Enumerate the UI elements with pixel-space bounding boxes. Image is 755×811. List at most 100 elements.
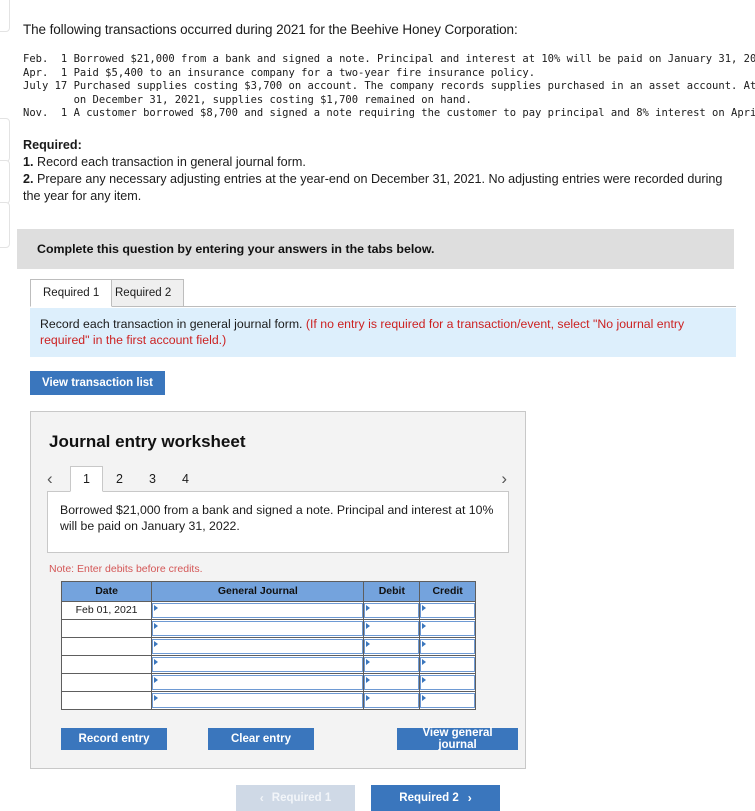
question-intro: The following transactions occurred duri… bbox=[23, 22, 518, 37]
column-header-date: Date bbox=[60, 580, 153, 602]
transaction-list-text: Feb. 1 Borrowed $21,000 from a bank and … bbox=[23, 53, 755, 119]
view-transaction-list-wrapper: View transaction list bbox=[30, 370, 755, 395]
credit-input-cell[interactable] bbox=[419, 690, 476, 710]
tab-required-2[interactable]: Required 2 bbox=[102, 278, 185, 307]
account-select[interactable] bbox=[152, 674, 364, 690]
journal-entry-worksheet-card: Journal entry worksheet ‹ 1 2 3 4 › Borr… bbox=[30, 410, 526, 769]
debit-input-cell[interactable] bbox=[363, 618, 421, 638]
credit-input[interactable] bbox=[420, 692, 475, 708]
required-item-1-number: 1. bbox=[23, 154, 34, 169]
credit-input-cell[interactable] bbox=[419, 654, 476, 674]
date-cell[interactable]: Feb 01, 2021 bbox=[60, 600, 153, 620]
debit-input-cell[interactable] bbox=[363, 636, 421, 656]
debit-input[interactable] bbox=[364, 602, 420, 618]
required-item-2-text: Prepare any necessary adjusting entries … bbox=[23, 171, 723, 203]
table-row bbox=[60, 636, 476, 656]
account-select[interactable] bbox=[152, 638, 364, 654]
required-item-2-number: 2. bbox=[23, 171, 34, 186]
credit-input-cell[interactable] bbox=[419, 600, 476, 620]
credit-input[interactable] bbox=[420, 638, 475, 654]
tab-required-1[interactable]: Required 1 bbox=[30, 278, 113, 307]
required-item-1: 1. Record each transaction in general jo… bbox=[23, 154, 729, 171]
journal-entry-table: Date General Journal Debit Credit Feb 01… bbox=[60, 580, 476, 710]
debits-before-credits-note: Note: Enter debits before credits. bbox=[49, 562, 203, 575]
requirement-info-bar: Record each transaction in general journ… bbox=[30, 307, 736, 357]
account-input-cell[interactable] bbox=[151, 654, 365, 674]
account-select[interactable] bbox=[152, 620, 364, 636]
table-row bbox=[60, 618, 476, 638]
required-heading: Required: bbox=[23, 137, 82, 152]
journal-table-header-row: Date General Journal Debit Credit bbox=[60, 580, 476, 602]
table-row: Feb 01, 2021 bbox=[60, 600, 476, 620]
credit-input-cell[interactable] bbox=[419, 618, 476, 638]
worksheet-pager: ‹ 1 2 3 4 › bbox=[47, 465, 509, 492]
credit-input[interactable] bbox=[420, 602, 475, 618]
worksheet-title: Journal entry worksheet bbox=[49, 431, 246, 451]
account-input-cell[interactable] bbox=[151, 618, 365, 638]
view-general-journal-button[interactable]: View general journal bbox=[397, 727, 518, 751]
tab-strip: Required 1 Required 2 bbox=[30, 278, 736, 307]
account-select[interactable] bbox=[152, 656, 364, 672]
credit-input[interactable] bbox=[420, 656, 475, 672]
chevron-left-icon[interactable]: ‹ bbox=[47, 467, 53, 491]
worksheet-page-4[interactable]: 4 bbox=[169, 466, 202, 492]
required-section: Required: 1. Record each transaction in … bbox=[23, 137, 729, 205]
credit-input-cell[interactable] bbox=[419, 636, 476, 656]
chevron-right-icon: › bbox=[467, 790, 472, 805]
date-cell[interactable] bbox=[60, 636, 153, 656]
debit-input[interactable] bbox=[364, 656, 420, 672]
debit-input[interactable] bbox=[364, 674, 420, 690]
requirement-info-main: Record each transaction in general journ… bbox=[40, 316, 306, 331]
required-item-1-text: Record each transaction in general journ… bbox=[33, 154, 306, 169]
account-input-cell[interactable] bbox=[151, 636, 365, 656]
tab-strip-divider bbox=[30, 305, 736, 307]
debit-input[interactable] bbox=[364, 638, 420, 654]
account-select[interactable] bbox=[152, 692, 364, 708]
debit-input-cell[interactable] bbox=[363, 672, 421, 692]
previous-required-1-label: Required 1 bbox=[271, 791, 332, 804]
tab-required-1-label: Required 1 bbox=[43, 286, 100, 299]
clear-entry-button[interactable]: Clear entry bbox=[208, 727, 314, 750]
required-item-2: 2. Prepare any necessary adjusting entri… bbox=[23, 171, 729, 205]
column-header-credit: Credit bbox=[419, 580, 476, 602]
debit-input-cell[interactable] bbox=[363, 600, 421, 620]
debit-input[interactable] bbox=[364, 692, 420, 708]
credit-input[interactable] bbox=[420, 620, 475, 636]
worksheet-page-2[interactable]: 2 bbox=[103, 466, 136, 492]
date-cell[interactable] bbox=[60, 672, 153, 692]
worksheet-description: Borrowed $21,000 from a bank and signed … bbox=[47, 490, 509, 553]
credit-input-cell[interactable] bbox=[419, 672, 476, 692]
credit-input[interactable] bbox=[420, 674, 475, 690]
debit-input[interactable] bbox=[364, 620, 420, 636]
worksheet-page-3[interactable]: 3 bbox=[136, 466, 169, 492]
tab-required-2-label: Required 2 bbox=[115, 286, 172, 299]
account-input-cell[interactable] bbox=[151, 672, 365, 692]
instruction-banner-text: Complete this question by entering your … bbox=[37, 241, 435, 256]
record-entry-button[interactable]: Record entry bbox=[61, 727, 167, 750]
column-header-debit: Debit bbox=[363, 580, 421, 602]
debit-input-cell[interactable] bbox=[363, 654, 421, 674]
date-cell[interactable] bbox=[60, 618, 153, 638]
date-cell[interactable] bbox=[60, 690, 153, 710]
worksheet-action-buttons: Record entry Clear entry View general jo… bbox=[61, 727, 518, 751]
account-input-cell[interactable] bbox=[151, 600, 365, 620]
view-transaction-list-button[interactable]: View transaction list bbox=[30, 370, 165, 395]
next-required-2-label: Required 2 bbox=[399, 791, 459, 804]
date-cell[interactable] bbox=[60, 654, 153, 674]
column-header-general-journal: General Journal bbox=[151, 580, 365, 602]
worksheet-page-1[interactable]: 1 bbox=[70, 465, 103, 492]
account-input-cell[interactable] bbox=[151, 690, 365, 710]
table-row bbox=[60, 654, 476, 674]
previous-required-1-button[interactable]: ‹ Required 1 bbox=[236, 784, 355, 811]
account-select[interactable] bbox=[152, 602, 364, 618]
chevron-left-icon: ‹ bbox=[259, 790, 264, 805]
instruction-banner: Complete this question by entering your … bbox=[17, 228, 734, 269]
next-required-2-button[interactable]: Required 2 › bbox=[371, 784, 500, 811]
question-page: The following transactions occurred duri… bbox=[0, 0, 755, 811]
table-row bbox=[60, 672, 476, 692]
debit-input-cell[interactable] bbox=[363, 690, 421, 710]
worksheet-page-numbers: 1 2 3 4 bbox=[70, 465, 202, 492]
footer-navigation: ‹ Required 1 Required 2 › bbox=[0, 784, 755, 811]
chevron-right-icon[interactable]: › bbox=[501, 467, 507, 491]
table-row bbox=[60, 690, 476, 710]
